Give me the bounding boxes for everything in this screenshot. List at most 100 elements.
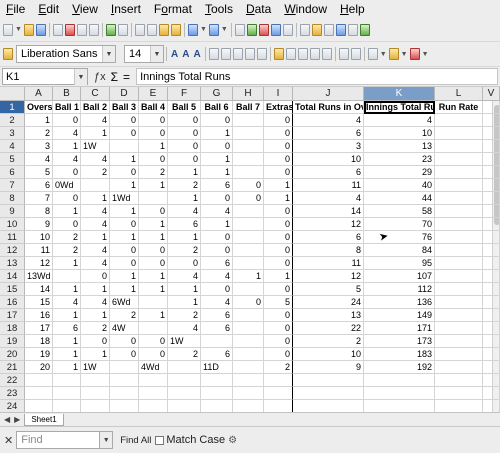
equals-icon[interactable]: = — [123, 70, 130, 84]
formula-input[interactable]: Innings Total Runs — [136, 68, 498, 85]
table-cell[interactable]: 1 — [168, 283, 201, 296]
table-cell[interactable]: 0 — [264, 244, 293, 257]
table-cell[interactable] — [483, 322, 500, 335]
table-cell[interactable] — [53, 270, 81, 283]
gallery-icon[interactable] — [323, 23, 334, 36]
table-cell[interactable] — [435, 270, 483, 283]
table-cell[interactable]: 0 — [139, 153, 168, 166]
table-cell[interactable]: 0 — [264, 205, 293, 218]
table-cell[interactable]: 9 — [293, 361, 364, 374]
table-cell[interactable]: 10 — [293, 153, 364, 166]
table-cell[interactable]: 1 — [201, 127, 233, 140]
table-cell[interactable]: 6 — [293, 166, 364, 179]
table-cell[interactable]: 1 — [139, 218, 168, 231]
table-cell[interactable]: 2 — [110, 309, 139, 322]
table-cell[interactable] — [233, 205, 264, 218]
table-cell[interactable] — [110, 361, 139, 374]
table-cell[interactable] — [233, 322, 264, 335]
name-box[interactable]: K1 ▼ — [2, 68, 88, 85]
row-header[interactable]: 4 — [0, 140, 25, 153]
table-cell[interactable]: 1 — [110, 205, 139, 218]
table-cell[interactable] — [139, 192, 168, 205]
menu-format[interactable]: Format — [154, 2, 192, 16]
column-header-a[interactable]: A — [25, 87, 53, 101]
column-header-b[interactable]: B — [53, 87, 81, 101]
table-cell[interactable]: 4 — [168, 270, 201, 283]
row-header[interactable]: 2 — [0, 114, 25, 127]
header-cell[interactable]: Run Rate — [435, 101, 483, 114]
table-cell[interactable]: 0 — [139, 244, 168, 257]
table-cell[interactable] — [435, 205, 483, 218]
table-cell[interactable]: 4 — [81, 244, 110, 257]
align-left-icon[interactable] — [208, 48, 219, 60]
table-cell[interactable]: 1 — [139, 309, 168, 322]
row-header[interactable]: 23 — [0, 387, 25, 400]
table-cell[interactable]: 1 — [110, 270, 139, 283]
match-case-label[interactable]: Match Case — [166, 434, 225, 446]
column-header-j[interactable]: J — [293, 87, 364, 101]
table-cell[interactable] — [483, 127, 500, 140]
table-cell[interactable] — [168, 387, 201, 400]
table-cell[interactable]: 1 — [53, 335, 81, 348]
header-cell[interactable]: Total Runs in Over — [293, 101, 364, 114]
font-name-box[interactable]: Liberation Sans ▼ — [16, 45, 116, 63]
table-cell[interactable]: 1 — [264, 270, 293, 283]
row-header[interactable]: 20 — [0, 348, 25, 361]
table-cell[interactable]: 1 — [81, 192, 110, 205]
table-cell[interactable]: 6 — [201, 179, 233, 192]
sheet-tab[interactable]: Sheet1 — [24, 413, 64, 426]
table-cell[interactable]: 6Wd — [110, 296, 139, 309]
align-right-icon[interactable] — [232, 48, 243, 60]
sum-icon[interactable]: Σ — [111, 70, 118, 84]
table-cell[interactable]: 0 — [110, 166, 139, 179]
header-cell[interactable]: Innings Total Runs — [364, 101, 435, 114]
chevron-down-icon[interactable]: ▼ — [380, 51, 387, 58]
table-cell[interactable] — [435, 322, 483, 335]
hyperlink-icon[interactable] — [234, 23, 245, 36]
table-cell[interactable]: 2 — [168, 348, 201, 361]
table-cell[interactable]: 0 — [264, 283, 293, 296]
table-cell[interactable] — [233, 283, 264, 296]
table-cell[interactable]: 14 — [293, 205, 364, 218]
table-cell[interactable] — [201, 374, 233, 387]
table-cell[interactable]: 1 — [139, 231, 168, 244]
table-cell[interactable] — [483, 231, 500, 244]
header-cell[interactable]: Overs — [25, 101, 53, 114]
table-cell[interactable]: 0 — [110, 244, 139, 257]
table-cell[interactable]: 13Wd — [25, 270, 53, 283]
table-cell[interactable]: 6 — [53, 322, 81, 335]
table-cell[interactable]: 0 — [201, 231, 233, 244]
merge-cells-icon[interactable] — [256, 48, 267, 60]
table-cell[interactable]: 0 — [168, 127, 201, 140]
table-cell[interactable] — [139, 374, 168, 387]
table-cell[interactable] — [264, 374, 293, 387]
undo-icon[interactable] — [187, 23, 198, 36]
table-cell[interactable]: 8 — [25, 205, 53, 218]
table-cell[interactable]: 0 — [233, 296, 264, 309]
table-cell[interactable]: 1 — [233, 270, 264, 283]
table-cell[interactable]: 1W — [81, 361, 110, 374]
table-cell[interactable]: 1 — [168, 166, 201, 179]
table-cell[interactable]: 0 — [201, 283, 233, 296]
menu-view[interactable]: View — [72, 2, 98, 16]
table-cell[interactable]: 0 — [139, 127, 168, 140]
table-cell[interactable]: 76 — [364, 231, 435, 244]
save-icon[interactable] — [35, 23, 46, 36]
select-all-corner[interactable] — [0, 87, 25, 101]
autospell-icon[interactable] — [117, 23, 128, 36]
table-cell[interactable]: 1 — [110, 283, 139, 296]
table-cell[interactable]: 70 — [364, 218, 435, 231]
table-cell[interactable]: 0 — [139, 114, 168, 127]
table-cell[interactable]: 4 — [25, 153, 53, 166]
table-cell[interactable]: 10 — [293, 348, 364, 361]
table-cell[interactable] — [81, 387, 110, 400]
table-cell[interactable] — [435, 296, 483, 309]
table-cell[interactable]: 40 — [364, 179, 435, 192]
row-header[interactable]: 22 — [0, 374, 25, 387]
header-cell[interactable]: Ball 4 — [139, 101, 168, 114]
table-cell[interactable] — [233, 140, 264, 153]
table-cell[interactable]: 4 — [53, 296, 81, 309]
table-cell[interactable]: 4 — [81, 257, 110, 270]
table-cell[interactable] — [483, 205, 500, 218]
row-header[interactable]: 17 — [0, 309, 25, 322]
